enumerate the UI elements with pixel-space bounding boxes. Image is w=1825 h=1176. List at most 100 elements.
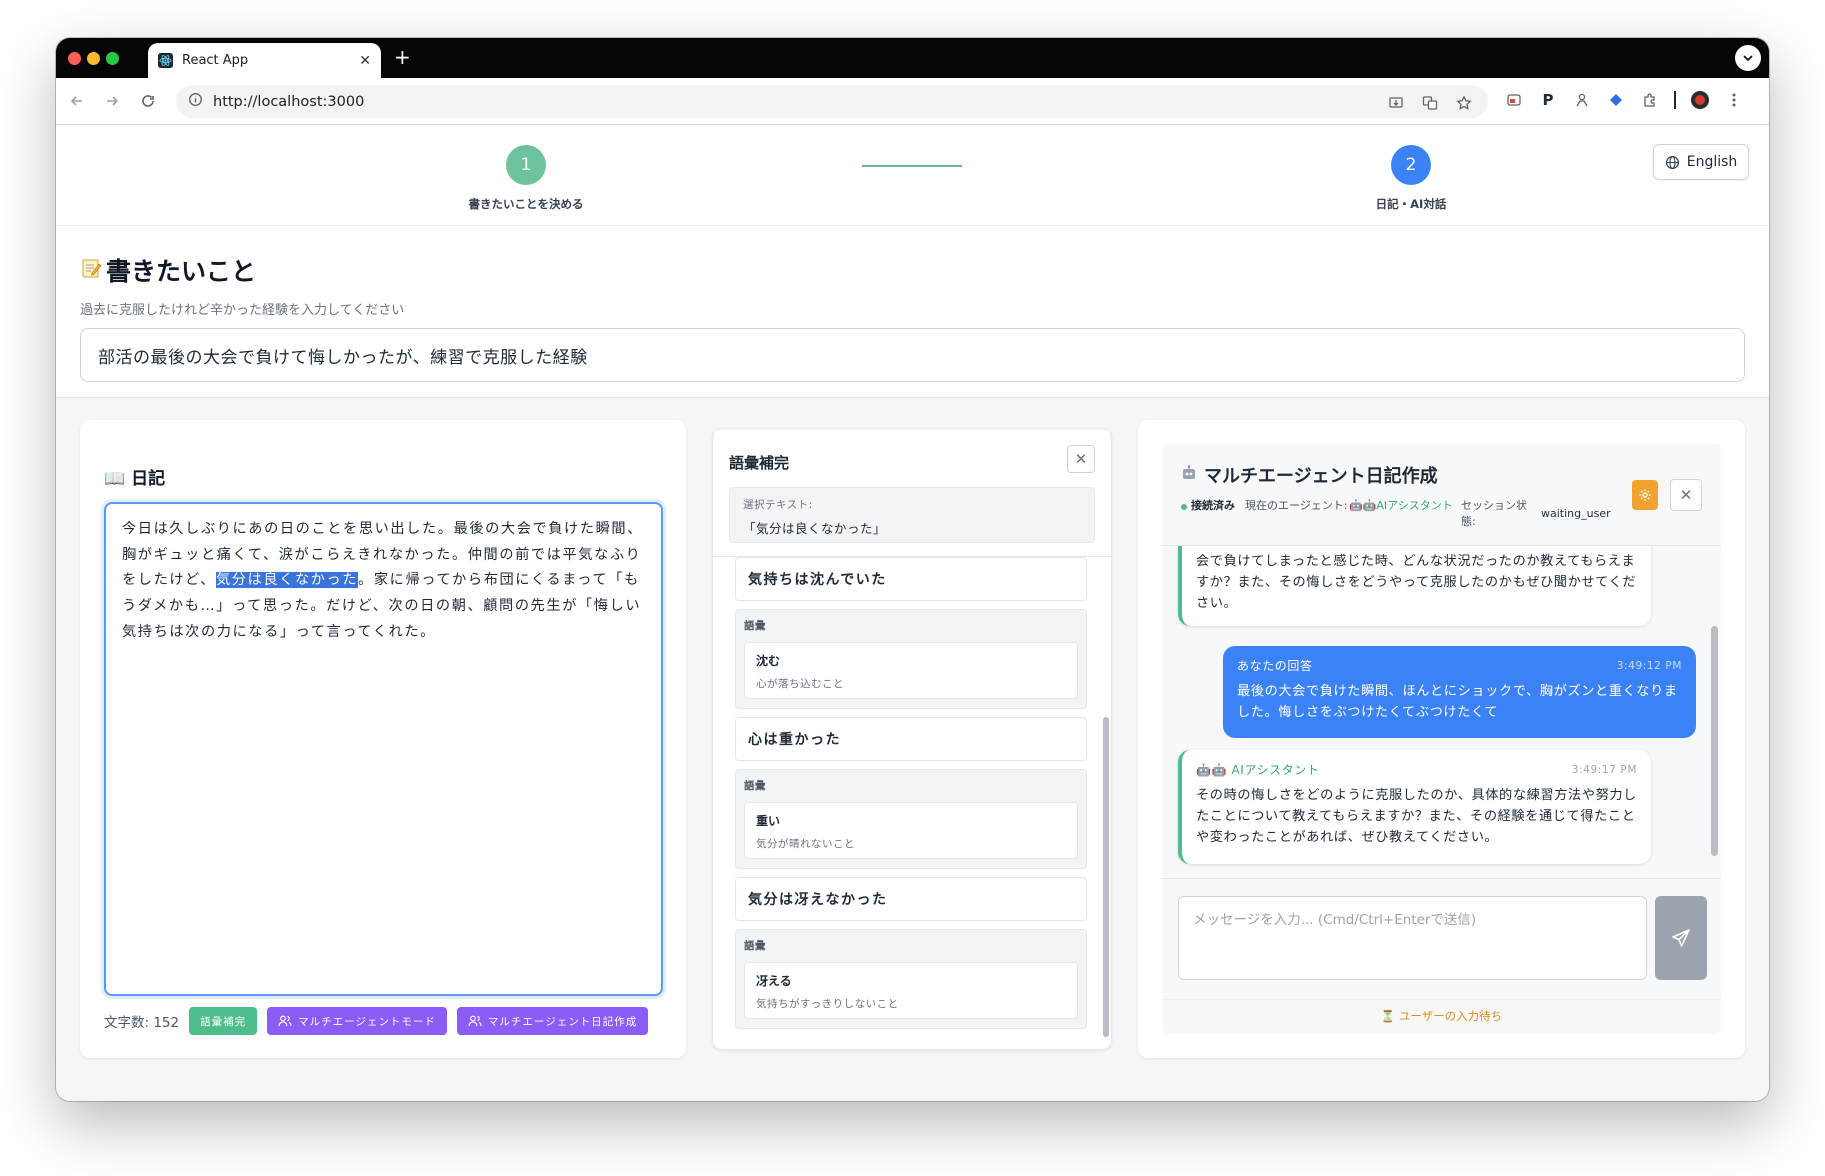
topic-section: 書きたいこと 過去に克服したけれど辛かった経験を入力してください 部活の最後の大… bbox=[56, 226, 1769, 398]
vocab-card: 語彙 重い 気分が晴れないこと bbox=[735, 769, 1087, 869]
bookmark-star-icon[interactable] bbox=[1454, 93, 1474, 113]
toolbar-divider bbox=[1674, 91, 1676, 109]
vocab-word-box[interactable]: 冴える 気持ちがすっきりしないこと bbox=[744, 962, 1078, 1019]
extension-diamond-icon[interactable] bbox=[1606, 90, 1626, 110]
diary-panel: 📖 日記 今日は久しぶりにあの日のことを思い出した。最後の大会で負けた瞬間、胸が… bbox=[80, 420, 686, 1058]
extension-p-icon[interactable]: P bbox=[1538, 90, 1558, 110]
vocab-word: 冴える bbox=[756, 974, 792, 988]
selection-text: 「気分は良くなかった」 bbox=[743, 521, 887, 536]
profile-avatar-icon[interactable] bbox=[1690, 90, 1710, 110]
tab-close-icon[interactable]: ✕ bbox=[359, 53, 371, 69]
close-window-button[interactable] bbox=[68, 52, 81, 65]
step-2[interactable]: 2 日記・AI対話 bbox=[1311, 145, 1511, 212]
message-composer: メッセージを入力... (Cmd/Ctrl+Enterで送信) ⏳ ユーザーの入… bbox=[1162, 878, 1721, 1034]
extension-cast-icon[interactable] bbox=[1504, 90, 1524, 110]
vocab-meaning: 気分が晴れないこと bbox=[756, 838, 855, 850]
translate-icon[interactable] bbox=[1420, 93, 1440, 113]
chat-message-user: あなたの回答 3:49:12 PM 最後の大会で負けた瞬間、ほんとにショックで、胸… bbox=[1223, 646, 1696, 738]
extension-person-icon[interactable] bbox=[1572, 90, 1592, 110]
vocab-word: 沈む bbox=[756, 654, 781, 668]
selection-label: 選択テキスト: bbox=[743, 499, 813, 511]
diary-textarea[interactable]: 今日は久しぶりにあの日のことを思い出した。最後の大会で負けた瞬間、胸がギュッと痛… bbox=[104, 502, 663, 996]
tab-strip: React App ✕ + bbox=[56, 38, 1769, 78]
vocab-list[interactable]: 気持ちは沈んでいた 語彙 沈む 心が落ち込むこと 心は重かった 語彙 重い 気分… bbox=[713, 556, 1111, 1048]
vocab-category: 語彙 bbox=[744, 940, 766, 952]
suggestion-phrase[interactable]: 気分は冴えなかった bbox=[735, 877, 1087, 921]
selection-box: 選択テキスト: 「気分は良くなかった」 bbox=[729, 487, 1095, 543]
step-connector bbox=[862, 165, 962, 167]
vocab-word-box[interactable]: 沈む 心が落ち込むこと bbox=[744, 642, 1078, 699]
forward-icon[interactable] bbox=[101, 90, 123, 112]
diary-title: 📖 日記 bbox=[104, 469, 166, 489]
tab-search-button[interactable] bbox=[1735, 45, 1761, 71]
url-text: http://localhost:3000 bbox=[213, 93, 365, 110]
multi-agent-diary-button[interactable]: マルチエージェント日記作成 bbox=[456, 1007, 649, 1035]
suggestion-phrase[interactable]: 心は重かった bbox=[735, 717, 1087, 761]
vocab-scrollbar[interactable] bbox=[1103, 717, 1109, 1037]
send-button[interactable] bbox=[1655, 896, 1707, 980]
multi-agent-mode-button[interactable]: マルチエージェントモード bbox=[267, 1007, 447, 1035]
step-2-circle: 2 bbox=[1391, 145, 1431, 185]
suggestion-phrase[interactable]: 気持ちは沈んでいた bbox=[735, 557, 1087, 601]
vocab-card: 語彙 冴える 気持ちがすっきりしないこと bbox=[735, 929, 1087, 1029]
extensions-puzzle-icon[interactable] bbox=[1640, 90, 1660, 110]
vocab-button[interactable]: 語彙補完 bbox=[189, 1007, 258, 1035]
diary-selected-text: 気分は良くなかった bbox=[216, 572, 359, 589]
vocab-word: 重い bbox=[756, 814, 781, 828]
app-page: 1 書きたいことを決める 2 日記・AI対話 English 書きたいこと 過去… bbox=[56, 125, 1769, 1101]
browser-tab[interactable]: React App ✕ bbox=[148, 43, 381, 78]
message-author: 🤖🤖 AIアシスタント bbox=[1196, 763, 1320, 777]
vocab-meaning: 心が落ち込むこと bbox=[756, 678, 844, 690]
step-1-circle: 1 bbox=[506, 145, 546, 185]
session-label: セッション状態: bbox=[1461, 499, 1527, 528]
language-button[interactable]: English bbox=[1653, 144, 1749, 180]
maximize-window-button[interactable] bbox=[106, 52, 119, 65]
chat-message-ai: こんにちは！日記のテーマについて話し合いましょう。部活の最後の大会で負けてしまっ… bbox=[1178, 546, 1651, 626]
users-icon bbox=[278, 1015, 292, 1027]
diary-footer: 文字数: 152 語彙補完 マルチエージェントモード マルチエージェント日記作成 bbox=[104, 1007, 649, 1035]
minimize-window-button[interactable] bbox=[87, 52, 100, 65]
vocab-button-label: 語彙補完 bbox=[200, 1015, 247, 1028]
vocab-meaning: 気持ちがすっきりしないこと bbox=[756, 998, 899, 1010]
chat-header: マルチエージェント日記作成 接続済み 現在のエージェント: 🤖🤖AIアシスタント… bbox=[1162, 444, 1721, 546]
address-bar[interactable]: http://localhost:3000 bbox=[176, 85, 1488, 118]
tab-title: React App bbox=[182, 53, 249, 68]
browser-window: React App ✕ + http://localhost:3000 P 1 … bbox=[56, 38, 1769, 1101]
session-state: waiting_user bbox=[1541, 507, 1611, 520]
message-list[interactable]: こんにちは！日記のテーマについて話し合いましょう。部活の最後の大会で負けてしまっ… bbox=[1162, 546, 1710, 878]
globe-icon bbox=[1665, 155, 1679, 169]
close-icon: ✕ bbox=[1074, 450, 1088, 468]
language-label: English bbox=[1686, 154, 1738, 170]
message-input[interactable]: メッセージを入力... (Cmd/Ctrl+Enterで送信) bbox=[1178, 896, 1647, 980]
message-time: 3:49:12 PM bbox=[1616, 660, 1682, 672]
install-app-icon[interactable] bbox=[1386, 93, 1406, 113]
send-icon bbox=[1672, 929, 1690, 947]
chat-title: マルチエージェント日記作成 bbox=[1180, 462, 1438, 488]
topic-input[interactable]: 部活の最後の大会で負けて悔しかったが、練習で克服した経験 bbox=[80, 328, 1745, 382]
topic-title-text: 書きたいこと bbox=[106, 257, 257, 286]
browser-menu-icon[interactable] bbox=[1724, 90, 1744, 110]
chevron-down-icon bbox=[1743, 55, 1753, 62]
stepper: 1 書きたいことを決める 2 日記・AI対話 English bbox=[56, 125, 1769, 226]
vocab-word-box[interactable]: 重い 気分が晴れないこと bbox=[744, 802, 1078, 859]
site-info-icon[interactable] bbox=[188, 92, 203, 111]
browser-toolbar: http://localhost:3000 P bbox=[56, 78, 1769, 125]
connection-dot bbox=[1181, 504, 1187, 510]
message-text: 最後の大会で負けた瞬間、ほんとにショックで、胸がズンと重くなりました。悔しさをぶ… bbox=[1237, 684, 1678, 720]
chat-close-button[interactable]: ✕ bbox=[1670, 479, 1702, 511]
back-icon[interactable] bbox=[66, 90, 88, 112]
topic-title: 書きたいこと bbox=[80, 252, 256, 288]
memo-icon bbox=[80, 256, 102, 285]
chat-scrollbar[interactable] bbox=[1711, 626, 1718, 856]
vocab-category: 語彙 bbox=[744, 780, 766, 792]
input-status: ⏳ ユーザーの入力待ち bbox=[1162, 999, 1721, 1024]
vocab-close-button[interactable]: ✕ bbox=[1067, 445, 1095, 473]
new-tab-button[interactable]: + bbox=[394, 46, 411, 68]
multi-agent-diary-label: マルチエージェント日記作成 bbox=[487, 1015, 638, 1028]
chat-title-text: マルチエージェント日記作成 bbox=[1204, 466, 1438, 487]
message-text: こんにちは！日記のテーマについて話し合いましょう。部活の最後の大会で負けてしまっ… bbox=[1196, 546, 1637, 611]
reload-icon[interactable] bbox=[137, 90, 159, 112]
step-1[interactable]: 1 書きたいことを決める bbox=[426, 145, 626, 212]
char-count: 文字数: 152 bbox=[104, 1015, 180, 1031]
chat-settings-button[interactable] bbox=[1632, 480, 1658, 510]
